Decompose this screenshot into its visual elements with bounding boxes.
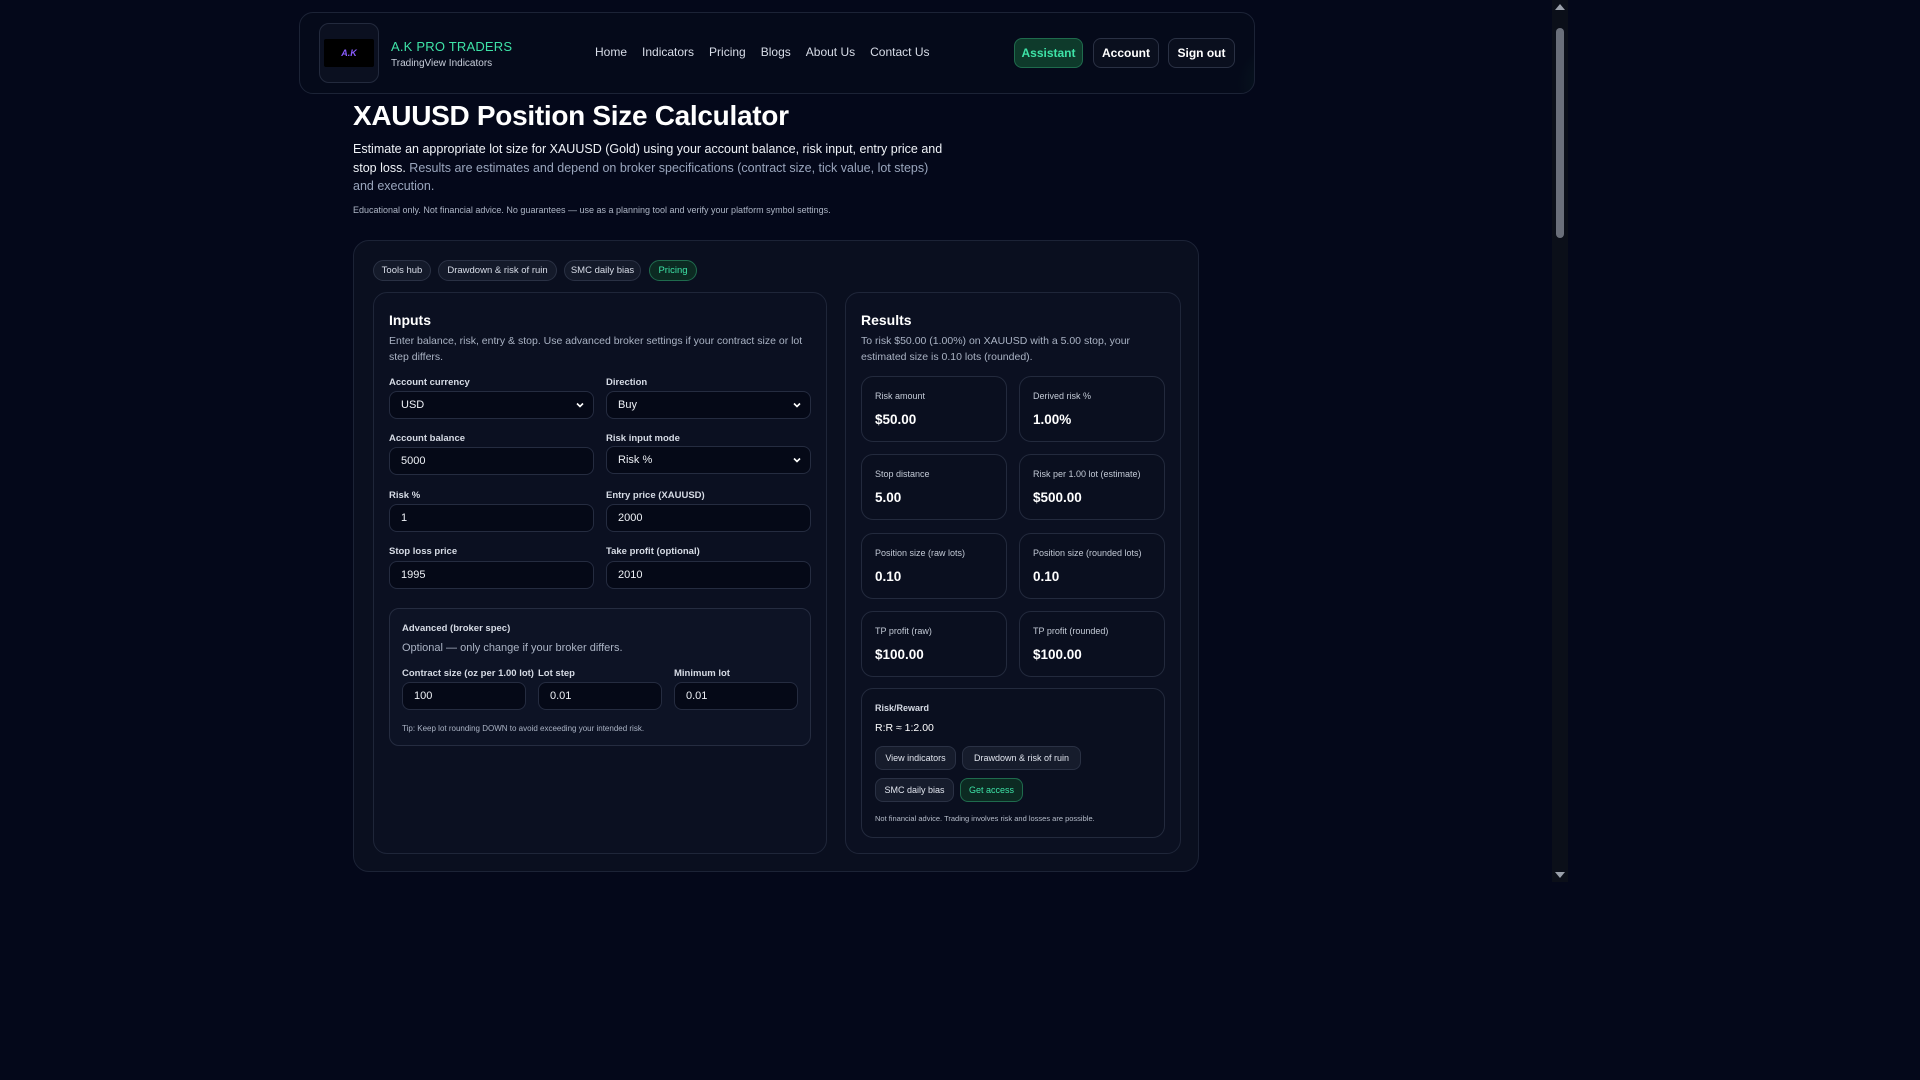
stat-stop-distance: Stop distance 5.00 — [861, 454, 1007, 520]
results-title: Results — [861, 312, 912, 328]
assistant-button[interactable]: Assistant — [1014, 38, 1083, 68]
lot-step-label: Lot step — [538, 668, 575, 679]
account-currency-select[interactable]: USD — [389, 391, 594, 419]
page-title: XAUUSD Position Size Calculator — [353, 100, 789, 131]
smc-bias-button[interactable]: SMC daily bias — [875, 778, 954, 802]
drawdown-button[interactable]: Drawdown & risk of ruin — [962, 746, 1081, 770]
stat-derived-risk: Derived risk % 1.00% — [1019, 376, 1165, 442]
stat-tp-rounded: TP profit (rounded) $100.00 — [1019, 611, 1165, 677]
stop-loss-input[interactable]: 1995 — [389, 561, 594, 589]
page-intro: Estimate an appropriate lot size for XAU… — [353, 140, 943, 196]
stat-value: 1.00% — [1033, 412, 1072, 427]
risk-note: Not financial advice. Trading involves r… — [875, 814, 1095, 823]
logo[interactable]: A.K — [319, 23, 379, 83]
get-access-button[interactable]: Get access — [960, 778, 1023, 802]
intro-muted: Results are estimates and depend on brok… — [353, 160, 929, 194]
min-lot-input[interactable]: 0.01 — [674, 682, 798, 710]
inputs-title: Inputs — [389, 312, 431, 328]
lot-step-input[interactable]: 0.01 — [538, 682, 662, 710]
risk-reward-title: Risk/Reward — [875, 703, 930, 713]
stat-raw-lots: Position size (raw lots) 0.10 — [861, 533, 1007, 599]
disclaimer: Educational only. Not financial advice. … — [353, 205, 831, 215]
risk-reward-box: Risk/Reward R:R ≈ 1:2.00 View indicators… — [861, 688, 1165, 838]
direction-select[interactable]: Buy — [606, 391, 811, 419]
balance-input[interactable]: 5000 — [389, 447, 594, 475]
take-profit-input[interactable]: 2010 — [606, 561, 811, 589]
stat-value: $100.00 — [875, 647, 924, 662]
entry-price-input[interactable]: 2000 — [606, 504, 811, 532]
stop-loss-label: Stop loss price — [389, 546, 458, 557]
calculator-panel: Tools hub Drawdown & risk of ruin SMC da… — [353, 240, 1199, 872]
risk-mode-value: Risk % — [618, 454, 653, 466]
site-header: A.K A.K PRO TRADERS TradingView Indicato… — [299, 12, 1255, 94]
scroll-down-arrow-icon[interactable] — [1555, 872, 1565, 878]
stat-risk-per-lot: Risk per 1.00 lot (estimate) $500.00 — [1019, 454, 1165, 520]
risk-label: Risk % — [389, 490, 421, 501]
stat-value: 5.00 — [875, 490, 902, 505]
contract-size-input[interactable]: 100 — [402, 682, 526, 710]
brand-title[interactable]: A.K PRO TRADERS — [391, 39, 512, 54]
risk-input[interactable]: 1 — [389, 504, 594, 532]
stat-label: Risk amount — [875, 391, 926, 401]
inputs-description: Enter balance, risk, entry & stop. Use a… — [389, 335, 803, 363]
direction-value: Buy — [618, 399, 637, 411]
rounding-tip: Tip: Keep lot rounding DOWN to avoid exc… — [402, 724, 645, 733]
inputs-card: Inputs Enter balance, risk, entry & stop… — [373, 292, 827, 854]
main-nav: Home Indicators Pricing Blogs About Us C… — [595, 45, 944, 59]
entry-price-label: Entry price (XAUUSD) — [606, 490, 705, 501]
chip-smc-bias[interactable]: SMC daily bias — [564, 260, 641, 281]
chip-drawdown[interactable]: Drawdown & risk of ruin — [438, 260, 557, 281]
nav-home[interactable]: Home — [595, 45, 627, 59]
min-lot-label: Minimum lot — [674, 668, 730, 679]
contract-size-label: Contract size (oz per 1.00 lot) — [402, 668, 534, 679]
chevron-down-icon — [793, 402, 801, 408]
stat-label: TP profit (raw) — [875, 626, 932, 636]
account-button[interactable]: Account — [1093, 38, 1159, 68]
stat-value: 0.10 — [875, 569, 902, 584]
stat-value: $100.00 — [1033, 647, 1082, 662]
nav-blogs[interactable]: Blogs — [761, 45, 791, 59]
stat-label: Derived risk % — [1033, 391, 1092, 401]
stat-tp-raw: TP profit (raw) $100.00 — [861, 611, 1007, 677]
stat-label: Risk per 1.00 lot (estimate) — [1033, 469, 1141, 479]
stat-risk-amount: Risk amount $50.00 — [861, 376, 1007, 442]
advanced-description: Optional — only change if your broker di… — [402, 642, 623, 654]
stat-label: Position size (rounded lots) — [1033, 548, 1142, 558]
chevron-down-icon — [576, 402, 584, 408]
scroll-thumb[interactable] — [1556, 28, 1564, 238]
take-profit-label: Take profit (optional) — [606, 546, 700, 557]
risk-reward-value: R:R ≈ 1:2.00 — [875, 722, 934, 734]
chip-pricing[interactable]: Pricing — [649, 260, 697, 281]
stat-label: Position size (raw lots) — [875, 548, 966, 558]
page-scrollbar[interactable] — [1552, 0, 1568, 882]
account-currency-label: Account currency — [389, 377, 470, 388]
advanced-settings: Advanced (broker spec) Optional — only c… — [389, 608, 811, 746]
advanced-title: Advanced (broker spec) — [402, 623, 511, 634]
results-card: Results To risk $50.00 (1.00%) on XAUUSD… — [845, 292, 1181, 854]
balance-label: Account balance — [389, 433, 466, 444]
brand-subtitle: TradingView Indicators — [391, 58, 493, 69]
chevron-down-icon — [793, 457, 801, 463]
sign-out-button[interactable]: Sign out — [1168, 38, 1235, 68]
logo-image: A.K — [324, 39, 374, 67]
nav-about[interactable]: About Us — [806, 45, 855, 59]
nav-contact[interactable]: Contact Us — [870, 45, 929, 59]
risk-mode-label: Risk input mode — [606, 433, 680, 444]
stat-value: $500.00 — [1033, 490, 1082, 505]
stat-value: 0.10 — [1033, 569, 1060, 584]
nav-pricing[interactable]: Pricing — [709, 45, 746, 59]
view-indicators-button[interactable]: View indicators — [875, 746, 956, 770]
account-currency-value: USD — [401, 399, 425, 411]
nav-indicators[interactable]: Indicators — [642, 45, 694, 59]
risk-mode-select[interactable]: Risk % — [606, 446, 811, 474]
direction-label: Direction — [606, 377, 648, 388]
stat-value: $50.00 — [875, 412, 917, 427]
stat-label: Stop distance — [875, 469, 930, 479]
stat-rounded-lots: Position size (rounded lots) 0.10 — [1019, 533, 1165, 599]
results-summary: To risk $50.00 (1.00%) on XAUUSD with a … — [861, 335, 1131, 363]
chip-tools-hub[interactable]: Tools hub — [373, 260, 431, 281]
stat-label: TP profit (rounded) — [1033, 626, 1109, 636]
scroll-up-arrow-icon[interactable] — [1555, 4, 1565, 10]
